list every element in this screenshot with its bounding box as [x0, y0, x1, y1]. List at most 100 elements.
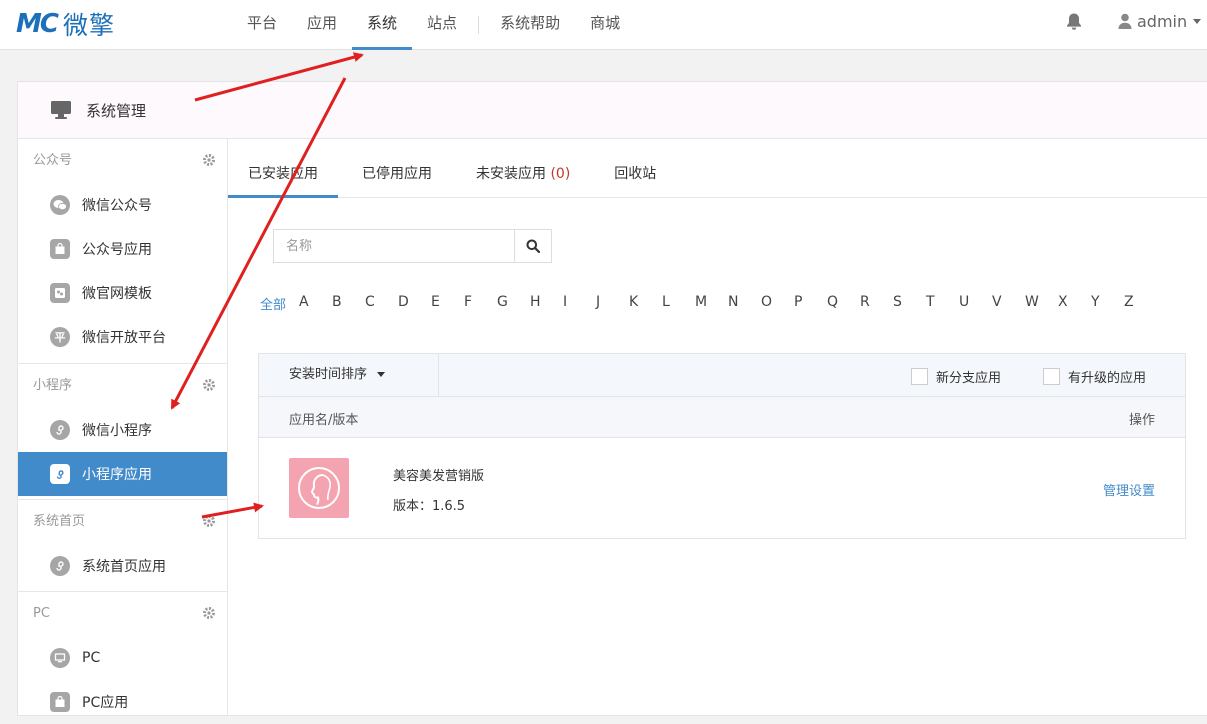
letter-a[interactable]: A: [299, 294, 332, 313]
nav-system[interactable]: 系统: [352, 0, 413, 50]
user-menu[interactable]: admin: [1118, 10, 1202, 32]
monitor-icon: [50, 648, 70, 668]
tab-count: (0): [550, 166, 571, 182]
letter-v[interactable]: V: [992, 294, 1025, 313]
filter-upgradable[interactable]: 有升级的应用: [1043, 367, 1146, 386]
letter-j[interactable]: J: [596, 294, 629, 313]
search-icon: [526, 239, 540, 253]
gear-icon[interactable]: [203, 607, 215, 619]
search-button[interactable]: [514, 229, 552, 263]
letter-n[interactable]: N: [728, 294, 761, 313]
sidebar-item-homepage-apps[interactable]: 系统首页应用: [18, 544, 227, 588]
letter-r[interactable]: R: [860, 294, 893, 313]
sidebar-item-label: 微信公众号: [82, 198, 152, 214]
sidebar-group-official: 公众号 微信公众号 公众号应用 微官网模板 平 微信开放平台: [18, 139, 227, 359]
letter-o[interactable]: O: [761, 294, 794, 313]
sidebar-item-pc[interactable]: PC: [18, 636, 227, 680]
sidebar-item-site-templates[interactable]: 微官网模板: [18, 271, 227, 315]
letter-p[interactable]: P: [794, 294, 827, 313]
filter-new-branch[interactable]: 新分支应用: [911, 367, 1001, 386]
sidebar-item-label: PC: [82, 650, 101, 666]
bell-icon[interactable]: [1065, 12, 1083, 32]
letter-u[interactable]: U: [959, 294, 992, 313]
sidebar-item-label: 微信开放平台: [82, 330, 166, 346]
letter-filter: 全部 ABCDEFGHIJKLMNOPQRSTUVWXYZ: [260, 294, 1157, 313]
nav-platform[interactable]: 平台: [232, 0, 292, 50]
nav-apps[interactable]: 应用: [292, 0, 352, 50]
nav-site[interactable]: 站点: [412, 0, 472, 50]
letter-l[interactable]: L: [662, 294, 695, 313]
app-version: 版本：1.6.5: [393, 499, 466, 514]
sidebar-item-label: 小程序应用: [82, 467, 152, 483]
search-box: [273, 229, 552, 263]
logo[interactable]: MC 微擎: [16, 8, 115, 40]
sort-dropdown[interactable]: 安装时间排序: [259, 354, 439, 396]
app-table: 安装时间排序 新分支应用 有升级的应用 应用名/版本 操作 美容美发营销版 版本…: [258, 353, 1186, 539]
sidebar-item-account-apps[interactable]: 公众号应用: [18, 227, 227, 271]
nav-store[interactable]: 商城: [575, 0, 635, 50]
sidebar-item-wechat-miniprogram[interactable]: 微信小程序: [18, 408, 227, 452]
letter-b[interactable]: B: [332, 294, 365, 313]
manage-settings-link[interactable]: 管理设置: [1103, 480, 1155, 499]
letter-s[interactable]: S: [893, 294, 926, 313]
tab-disabled[interactable]: 已停用应用: [342, 139, 452, 198]
template-icon: [50, 283, 70, 303]
sidebar-group-title: 小程序: [18, 364, 227, 408]
letter-z[interactable]: Z: [1124, 294, 1157, 313]
sidebar-item-wechat-account[interactable]: 微信公众号: [18, 183, 227, 227]
sidebar-group-homepage: 系统首页 系统首页应用: [18, 499, 227, 588]
chevron-down-icon: [1193, 18, 1202, 24]
sidebar-item-miniprogram-apps[interactable]: 小程序应用: [18, 452, 227, 496]
monitor-icon: [51, 101, 71, 119]
checkbox-label: 新分支应用: [936, 371, 1002, 386]
letter-w[interactable]: W: [1025, 294, 1058, 313]
tab-installed[interactable]: 已安装应用: [228, 139, 338, 198]
column-name-header: 应用名/版本: [289, 413, 359, 428]
miniprogram-app-icon: [50, 464, 70, 484]
checkbox-label: 有升级的应用: [1068, 371, 1147, 386]
gear-icon[interactable]: [203, 515, 215, 527]
letter-t[interactable]: T: [926, 294, 959, 313]
letter-k[interactable]: K: [629, 294, 662, 313]
wechat-icon: [50, 195, 70, 215]
tab-recycle-bin[interactable]: 回收站: [594, 139, 676, 198]
system-panel: 系统管理 公众号 微信公众号 公众号应用 微官网模板 平 微信开放平台 小程序 …: [17, 81, 1207, 716]
sidebar-item-pc-apps[interactable]: PC应用: [18, 680, 227, 724]
letter-h[interactable]: H: [530, 294, 563, 313]
letter-c[interactable]: C: [365, 294, 398, 313]
sidebar-item-label: 公众号应用: [82, 242, 152, 258]
letter-d[interactable]: D: [398, 294, 431, 313]
letter-x[interactable]: X: [1058, 294, 1091, 313]
miniprogram-icon: [50, 556, 70, 576]
letter-f[interactable]: F: [464, 294, 497, 313]
platform-icon: 平: [50, 327, 70, 347]
gear-icon[interactable]: [203, 379, 215, 391]
gear-icon[interactable]: [203, 154, 215, 166]
sidebar-group-label: 小程序: [33, 378, 73, 393]
app-name: 美容美发营销版: [393, 469, 485, 484]
panel-title: 系统管理: [86, 101, 147, 120]
column-action-header: 操作: [1128, 413, 1155, 428]
letter-g[interactable]: G: [497, 294, 530, 313]
top-navbar: MC 微擎 平台 应用 系统 站点 系统帮助 商城 admin: [0, 0, 1207, 50]
letter-all[interactable]: 全部: [260, 294, 286, 313]
nav-help[interactable]: 系统帮助: [485, 0, 575, 50]
search-input[interactable]: [273, 229, 514, 263]
letter-q[interactable]: Q: [827, 294, 860, 313]
checkbox[interactable]: [911, 368, 928, 385]
panel-header: 系统管理: [18, 82, 1207, 139]
sidebar-item-label: 系统首页应用: [82, 559, 166, 575]
tab-label: 未安装应用: [476, 166, 546, 182]
letter-y[interactable]: Y: [1091, 294, 1124, 313]
letter-e[interactable]: E: [431, 294, 464, 313]
letter-m[interactable]: M: [695, 294, 728, 313]
sidebar-item-open-platform[interactable]: 平 微信开放平台: [18, 315, 227, 359]
sidebar-group-miniprogram: 小程序 微信小程序 小程序应用: [18, 363, 227, 496]
checkbox[interactable]: [1043, 368, 1060, 385]
main-nav: 平台 应用 系统 站点 系统帮助 商城: [232, 0, 635, 50]
tab-not-installed[interactable]: 未安装应用 (0): [456, 139, 590, 198]
filter-row: 安装时间排序 新分支应用 有升级的应用: [259, 354, 1185, 397]
sort-label: 安装时间排序: [289, 367, 368, 382]
logo-mark: MC: [16, 9, 59, 39]
letter-i[interactable]: I: [563, 294, 596, 313]
